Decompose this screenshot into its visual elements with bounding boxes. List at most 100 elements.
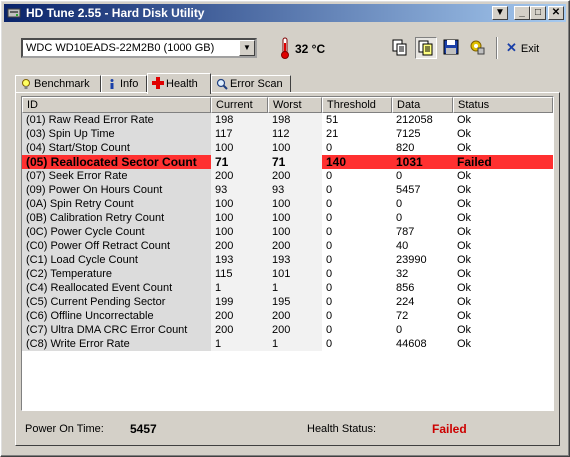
cell-worst: 100 [268, 141, 322, 155]
table-row[interactable]: (C5) Current Pending Sector 199 195 0 224 Ok [22, 295, 553, 309]
cell-current: 193 [211, 253, 268, 267]
exit-label: Exit [520, 43, 540, 55]
tab-benchmark-label: Benchmark [34, 78, 90, 90]
info-icon [110, 79, 114, 89]
cell-status: Ok [457, 324, 472, 336]
system-menu-button[interactable]: ▼ [492, 6, 508, 20]
lightbulb-icon [22, 79, 30, 89]
cell-threshold: 140 [326, 155, 347, 169]
cell-worst: 1 [268, 281, 322, 295]
cell-threshold: 0 [326, 170, 333, 182]
cell-data: 787 [396, 226, 415, 238]
cell-status: Ok [457, 310, 472, 322]
cell-worst: 101 [268, 267, 322, 281]
save-button[interactable] [441, 37, 463, 59]
cell-data: 0 [396, 212, 403, 224]
cell-threshold: 21 [326, 128, 339, 140]
cell-threshold: 0 [326, 254, 333, 266]
magnifier-icon [216, 78, 228, 90]
table-row[interactable]: (C1) Load Cycle Count 193 193 0 23990 Ok [22, 253, 553, 267]
cell-threshold: 0 [326, 338, 333, 350]
table-row[interactable]: (07) Seek Error Rate 200 200 0 0 Ok [22, 169, 553, 183]
column-header-id[interactable]: ID [22, 97, 211, 113]
cell-status: Ok [457, 282, 472, 294]
table-row[interactable]: (01) Raw Read Error Rate 198 198 51 212058 Ok [22, 113, 553, 127]
table-row[interactable]: (03) Spin Up Time 117 112 21 7125 Ok [22, 127, 553, 141]
cell-status: Ok [457, 338, 472, 350]
column-header-current[interactable]: Current [211, 97, 268, 113]
table-row[interactable]: (C7) Ultra DMA CRC Error Count 200 200 0 0 Ok [22, 323, 553, 337]
smart-attributes-list[interactable]: ID Current Worst Threshold Data Status (… [21, 96, 554, 411]
power-on-time-value: 5457 [130, 422, 157, 436]
tab-error-scan[interactable]: Error Scan [211, 75, 291, 93]
tab-health[interactable]: Health [147, 73, 211, 94]
cell-current: 100 [211, 141, 268, 155]
cell-data: 0 [396, 170, 403, 182]
cell-worst: 198 [268, 113, 322, 127]
copy-all-button[interactable] [415, 37, 437, 59]
minimize-button[interactable]: _ [514, 6, 530, 20]
cell-data: 1031 [396, 155, 423, 169]
table-row[interactable]: (C6) Offline Uncorrectable 200 200 0 72 Ok [22, 309, 553, 323]
exit-button[interactable]: ✕ Exit [506, 40, 539, 58]
floppy-disk-icon [443, 39, 459, 55]
table-row[interactable]: (0B) Calibration Retry Count 100 100 0 0 Ok [22, 211, 553, 225]
cell-id: (0A) Spin Retry Count [22, 197, 211, 211]
cell-current: 115 [211, 267, 268, 281]
tab-info[interactable]: Info [101, 75, 147, 93]
cell-id: (C1) Load Cycle Count [22, 253, 211, 267]
cell-status: Ok [457, 296, 472, 308]
title-bar[interactable]: HD Tune 2.55 - Hard Disk Utility ▼ _ □ ✕ [4, 4, 566, 22]
cell-id: (C4) Reallocated Event Count [22, 281, 211, 295]
cell-data: 32 [396, 268, 409, 280]
table-row-failed[interactable]: (05) Reallocated Sector Count 71 71 140 1031… [22, 155, 553, 169]
table-row[interactable]: (04) Start/Stop Count 100 100 0 820 Ok [22, 141, 553, 155]
list-header: ID Current Worst Threshold Data Status [22, 97, 553, 113]
drive-select-value: WDC WD10EADS-22M2B0 (1000 GB) [26, 42, 215, 54]
cell-threshold: 0 [326, 212, 333, 224]
column-header-threshold[interactable]: Threshold [322, 97, 392, 113]
copy-icon [392, 39, 407, 56]
close-button[interactable]: ✕ [548, 6, 564, 20]
table-row[interactable]: (0C) Power Cycle Count 100 100 0 787 Ok [22, 225, 553, 239]
cell-current: 117 [211, 127, 268, 141]
table-row[interactable]: (0A) Spin Retry Count 100 100 0 0 Ok [22, 197, 553, 211]
tab-benchmark[interactable]: Benchmark [15, 75, 101, 93]
table-row[interactable]: (C0) Power Off Retract Count 200 200 0 40 Ok [22, 239, 553, 253]
column-header-data[interactable]: Data [392, 97, 453, 113]
table-row[interactable]: (09) Power On Hours Count 93 93 0 5457 Ok [22, 183, 553, 197]
temperature-readout: 32 °C [295, 42, 326, 56]
copy-button[interactable] [389, 37, 411, 59]
cell-status: Ok [457, 142, 472, 154]
tab-health-label: Health [166, 78, 198, 90]
power-on-time-label: Power On Time: [25, 423, 104, 435]
cell-threshold: 0 [326, 240, 333, 252]
cell-worst: 112 [268, 127, 322, 141]
maximize-button[interactable]: □ [530, 6, 546, 20]
column-header-worst[interactable]: Worst [268, 97, 322, 113]
cell-data: 7125 [396, 128, 421, 140]
cell-data: 23990 [396, 254, 427, 266]
cell-id: (05) Reallocated Sector Count [26, 155, 197, 169]
drive-select[interactable]: WDC WD10EADS-22M2B0 (1000 GB) ▼ [21, 38, 257, 58]
cell-status: Ok [457, 240, 472, 252]
hd-tune-app-icon [7, 8, 21, 18]
cell-worst: 195 [268, 295, 322, 309]
cell-id: (C0) Power Off Retract Count [22, 239, 211, 253]
table-row[interactable]: (C4) Reallocated Event Count 1 1 0 856 Ok [22, 281, 553, 295]
cell-id: (C5) Current Pending Sector [22, 295, 211, 309]
cell-current: 93 [211, 183, 268, 197]
chevron-down-icon[interactable]: ▼ [239, 40, 255, 56]
cell-worst: 200 [268, 323, 322, 337]
table-row[interactable]: (C8) Write Error Rate 1 1 0 44608 Ok [22, 337, 553, 351]
options-button[interactable] [467, 37, 489, 59]
cell-status: Ok [457, 268, 472, 280]
table-row[interactable]: (C2) Temperature 115 101 0 32 Ok [22, 267, 553, 281]
column-header-status[interactable]: Status [453, 97, 553, 113]
cell-id: (09) Power On Hours Count [22, 183, 211, 197]
cell-current: 199 [211, 295, 268, 309]
cell-status: Ok [457, 184, 472, 196]
thermometer-icon [281, 37, 289, 59]
cell-worst: 200 [268, 309, 322, 323]
options-icon [470, 40, 485, 55]
